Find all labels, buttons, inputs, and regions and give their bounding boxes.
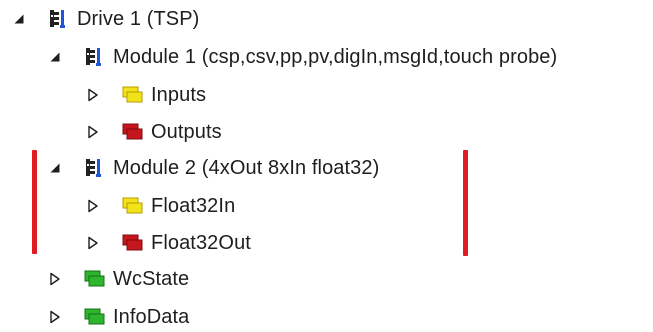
expand-arrow-icon[interactable] bbox=[86, 199, 100, 213]
expand-arrow-icon[interactable] bbox=[86, 236, 100, 250]
module-1-label: Module 1 (csp,csv,pp,pv,digIn,msgId,touc… bbox=[113, 46, 558, 68]
module-2-label: Module 2 (4xOut 8xIn float32) bbox=[113, 157, 380, 179]
collapse-arrow-icon[interactable] bbox=[48, 50, 62, 64]
tree-node-module-1[interactable]: Module 1 (csp,csv,pp,pv,digIn,msgId,touc… bbox=[48, 42, 557, 72]
red-output-icon bbox=[122, 122, 144, 142]
inputs-label: Inputs bbox=[151, 84, 207, 106]
yellow-input-icon bbox=[122, 85, 144, 105]
tree-node-drive-1[interactable]: Drive 1 (TSP) bbox=[12, 4, 199, 34]
drive-module-icon bbox=[84, 158, 106, 178]
green-status-icon bbox=[84, 269, 106, 289]
yellow-input-icon bbox=[122, 196, 144, 216]
drive-module-icon bbox=[48, 9, 70, 29]
tree-node-wcstate[interactable]: WcState bbox=[48, 264, 189, 294]
outputs-label: Outputs bbox=[151, 121, 222, 143]
expand-arrow-icon[interactable] bbox=[48, 272, 62, 286]
tree-node-outputs[interactable]: Outputs bbox=[86, 117, 222, 147]
drive-module-icon bbox=[84, 47, 106, 67]
highlight-marker-right bbox=[463, 150, 468, 256]
tree-node-float32in[interactable]: Float32In bbox=[86, 191, 235, 221]
highlight-marker-left bbox=[32, 150, 37, 254]
float32out-label: Float32Out bbox=[151, 232, 251, 254]
tree-node-infodata[interactable]: InfoData bbox=[48, 302, 189, 332]
green-status-icon bbox=[84, 307, 106, 327]
expand-arrow-icon[interactable] bbox=[86, 88, 100, 102]
tree-node-float32out[interactable]: Float32Out bbox=[86, 228, 251, 258]
red-output-icon bbox=[122, 233, 144, 253]
collapse-arrow-icon[interactable] bbox=[48, 161, 62, 175]
float32in-label: Float32In bbox=[151, 195, 236, 217]
tree-node-inputs[interactable]: Inputs bbox=[86, 80, 206, 110]
infodata-label: InfoData bbox=[113, 306, 190, 328]
io-tree-view: Drive 1 (TSP) Module 1 (csp,csv,pp,pv,di… bbox=[0, 0, 653, 332]
collapse-arrow-icon[interactable] bbox=[12, 12, 26, 26]
tree-node-module-2[interactable]: Module 2 (4xOut 8xIn float32) bbox=[48, 153, 379, 183]
expand-arrow-icon[interactable] bbox=[48, 310, 62, 324]
expand-arrow-icon[interactable] bbox=[86, 125, 100, 139]
drive-label: Drive 1 (TSP) bbox=[77, 8, 200, 30]
wcstate-label: WcState bbox=[113, 268, 190, 290]
